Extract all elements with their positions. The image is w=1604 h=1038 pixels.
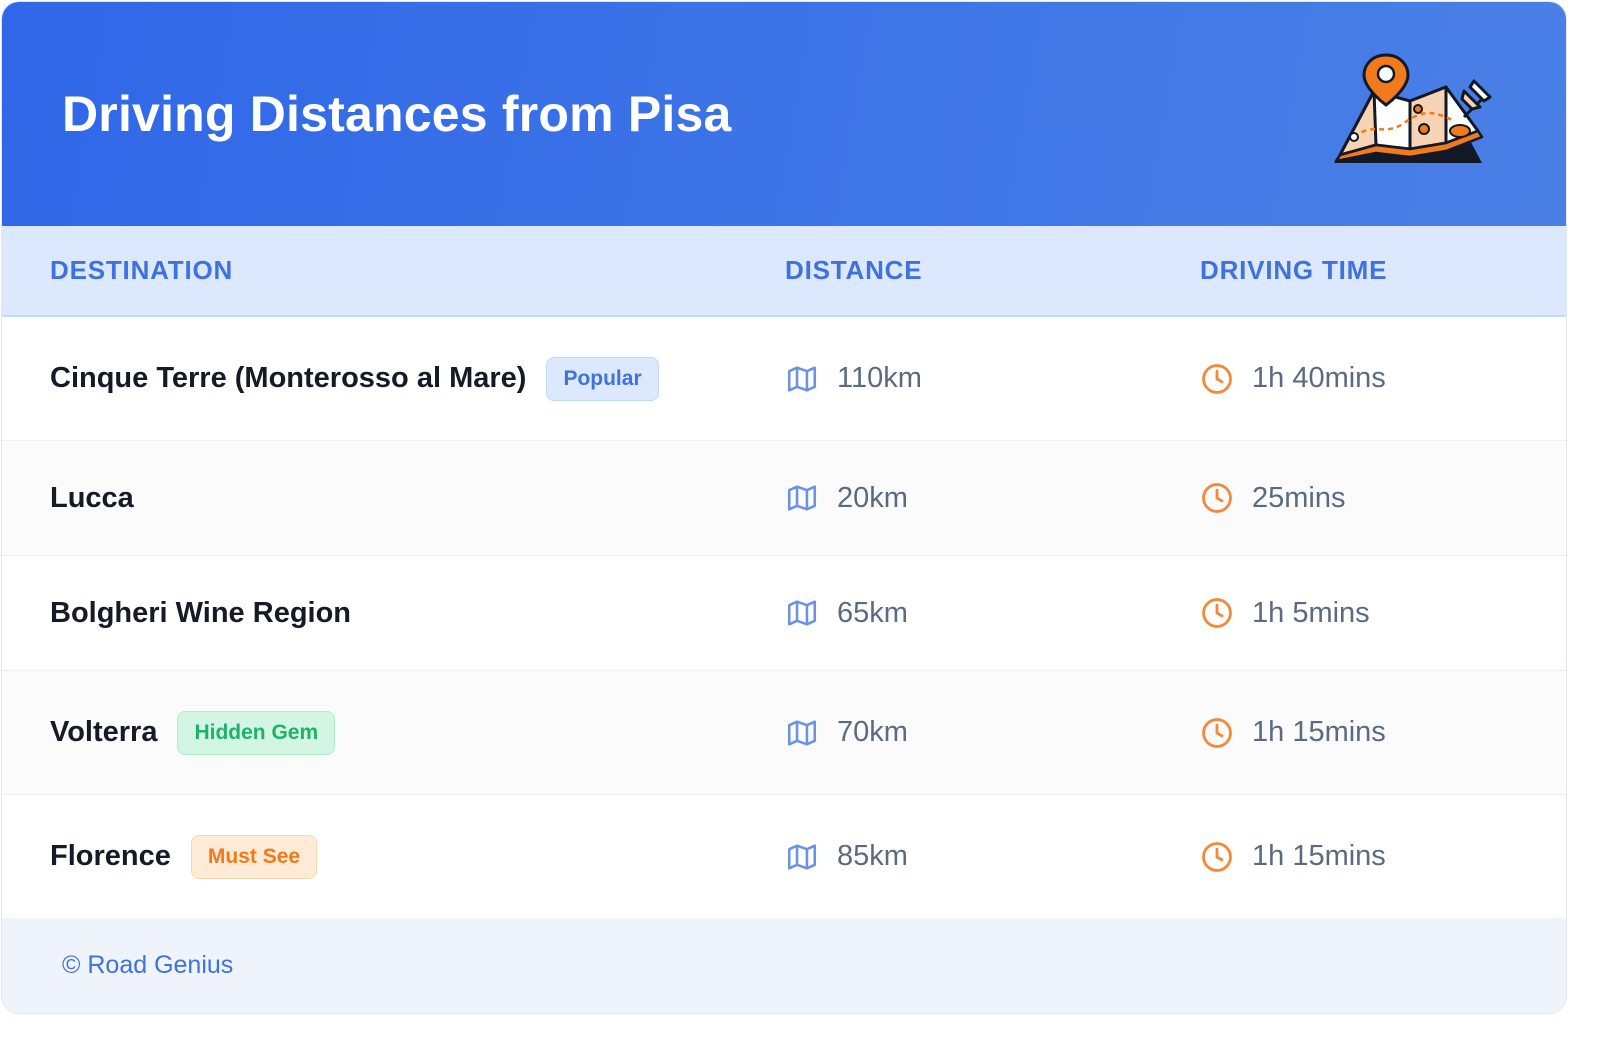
destination-name: Bolgheri Wine Region bbox=[50, 596, 352, 629]
driving-time-value: 1h 15mins bbox=[1252, 840, 1386, 872]
destination-name: Florence bbox=[50, 840, 171, 872]
clock-icon bbox=[1202, 483, 1232, 513]
destination-name: Lucca bbox=[50, 481, 134, 514]
destination-name: Volterra bbox=[50, 716, 158, 748]
distance-value: 65km bbox=[837, 596, 908, 629]
driving-time-value: 1h 5mins bbox=[1252, 596, 1370, 629]
distance-value: 110km bbox=[837, 362, 922, 394]
status-badge: Hidden Gem bbox=[177, 710, 336, 755]
map-icon bbox=[787, 719, 817, 746]
card-header: Driving Distances from Pisa bbox=[2, 2, 1566, 226]
map-icon bbox=[787, 600, 817, 626]
map-icon bbox=[787, 485, 817, 511]
status-badge: Popular bbox=[546, 356, 659, 401]
table-row: Cinque Terre (Monterosso al Mare) Popula… bbox=[2, 317, 1566, 441]
card-footer: © Road Genius bbox=[2, 918, 1566, 1013]
distance-card: Driving Distances from Pisa DESTINATION bbox=[1, 1, 1567, 1014]
distance-value: 70km bbox=[837, 716, 908, 748]
table-row: Volterra Hidden Gem 70km 1h 15mins bbox=[2, 671, 1566, 795]
table-row: Bolgheri Wine Region 65km 1h 5mins bbox=[2, 556, 1566, 671]
distance-value: 85km bbox=[837, 840, 908, 872]
table-row: Lucca 20km 25mins bbox=[2, 441, 1566, 556]
map-icon bbox=[787, 365, 817, 392]
driving-time-value: 25mins bbox=[1252, 481, 1346, 514]
page-title: Driving Distances from Pisa bbox=[62, 86, 732, 142]
column-header-driving-time[interactable]: DRIVING TIME bbox=[1200, 255, 1387, 286]
map-with-pins-icon bbox=[1334, 53, 1492, 163]
status-badge: Must See bbox=[190, 834, 318, 879]
copyright-text: © Road Genius bbox=[62, 951, 234, 979]
clock-icon bbox=[1202, 598, 1232, 628]
clock-icon bbox=[1202, 717, 1232, 748]
column-header-destination[interactable]: DESTINATION bbox=[50, 255, 233, 286]
clock-icon bbox=[1202, 363, 1232, 394]
destination-name: Cinque Terre (Monterosso al Mare) bbox=[50, 362, 527, 394]
table-row: Florence Must See 85km 1h 15mins bbox=[2, 795, 1566, 919]
clock-icon bbox=[1202, 841, 1232, 872]
driving-time-value: 1h 40mins bbox=[1252, 362, 1386, 394]
driving-time-value: 1h 15mins bbox=[1252, 716, 1386, 748]
column-header-distance[interactable]: DISTANCE bbox=[785, 255, 922, 286]
distance-value: 20km bbox=[837, 481, 908, 514]
table-header: DESTINATION DISTANCE DRIVING TIME bbox=[2, 226, 1566, 317]
map-icon bbox=[787, 843, 817, 870]
